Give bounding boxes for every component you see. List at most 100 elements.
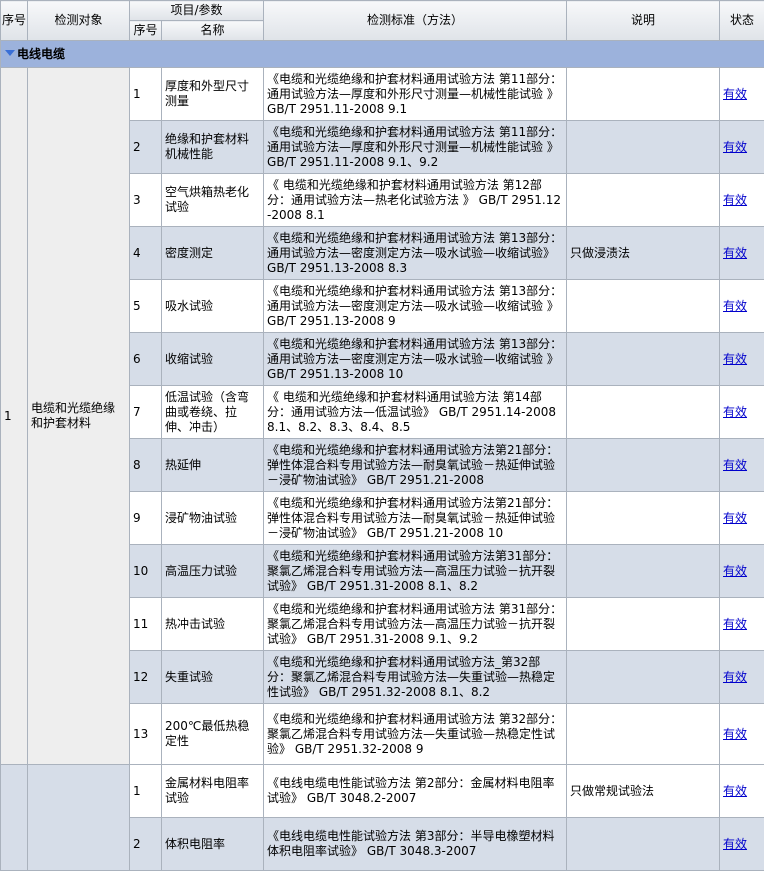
item-note	[567, 492, 720, 545]
status-link[interactable]: 有效	[723, 837, 747, 851]
item-seq: 10	[130, 545, 162, 598]
header-note: 说明	[567, 1, 720, 41]
item-status: 有效	[720, 545, 764, 598]
item-note	[567, 174, 720, 227]
item-name: 金属材料电阻率试验	[162, 765, 264, 818]
item-name: 200℃最低热稳定性	[162, 704, 264, 765]
category-label: 电线电缆	[17, 47, 65, 61]
item-status: 有效	[720, 68, 764, 121]
item-name: 低温试验（含弯曲或卷绕、拉伸、冲击）	[162, 386, 264, 439]
item-seq: 6	[130, 333, 162, 386]
item-seq: 13	[130, 704, 162, 765]
table-row: 1金属材料电阻率试验《电线电缆电性能试验方法 第2部分：金属材料电阻率试验》 G…	[1, 765, 764, 818]
item-note	[567, 651, 720, 704]
header-standard: 检测标准（方法）	[264, 1, 567, 41]
item-standard: 《电缆和光缆绝缘和护套材料通用试验方法 第13部分：通用试验方法—密度测定方法—…	[264, 333, 567, 386]
status-link[interactable]: 有效	[723, 564, 747, 578]
item-seq: 9	[130, 492, 162, 545]
group-object	[28, 765, 130, 871]
item-status: 有效	[720, 386, 764, 439]
item-standard: 《电缆和光缆绝缘和护套材料通用试验方法 第11部分：通用试验方法—厚度和外形尺寸…	[264, 121, 567, 174]
group-seq	[1, 765, 28, 871]
item-note	[567, 68, 720, 121]
test-items-table: 序号 检测对象 项目/参数 检测标准（方法） 说明 状态 序号 名称 电线电缆 …	[0, 0, 764, 871]
item-status: 有效	[720, 174, 764, 227]
status-link[interactable]: 有效	[723, 352, 747, 366]
status-link[interactable]: 有效	[723, 458, 747, 472]
item-name: 绝缘和护套材料机械性能	[162, 121, 264, 174]
item-note: 只做常规试验法	[567, 765, 720, 818]
item-note	[567, 598, 720, 651]
header-item-name: 名称	[162, 21, 264, 41]
status-link[interactable]: 有效	[723, 193, 747, 207]
item-standard: 《电缆和光缆绝缘和护套材料通用试验方法 第31部分：聚氯乙烯混合料专用试验方法—…	[264, 598, 567, 651]
item-name: 密度测定	[162, 227, 264, 280]
item-note	[567, 545, 720, 598]
item-standard: 《 电缆和光缆绝缘和护套材料通用试验方法 第12部分：通用试验方法—热老化试验方…	[264, 174, 567, 227]
item-note	[567, 704, 720, 765]
item-seq: 2	[130, 818, 162, 871]
item-standard: 《电缆和光缆绝缘和护套材料通用试验方法 第11部分：通用试验方法—厚度和外形尺寸…	[264, 68, 567, 121]
header-object: 检测对象	[28, 1, 130, 41]
item-standard: 《电缆和光缆绝缘和护套材料通用试验方法 第13部分：通用试验方法—密度测定方法—…	[264, 280, 567, 333]
item-name: 热冲击试验	[162, 598, 264, 651]
item-standard: 《电缆和光缆绝缘和护套材料通用试验方法_第32部分：聚氯乙烯混合料专用试验方法—…	[264, 651, 567, 704]
header-seq: 序号	[1, 1, 28, 41]
item-name: 收缩试验	[162, 333, 264, 386]
item-status: 有效	[720, 704, 764, 765]
item-status: 有效	[720, 121, 764, 174]
item-seq: 2	[130, 121, 162, 174]
item-standard: 《电缆和光缆绝缘和护套材料通用试验方法第21部分：弹性体混合料专用试验方法—耐臭…	[264, 439, 567, 492]
item-seq: 5	[130, 280, 162, 333]
item-note: 只做浸渍法	[567, 227, 720, 280]
item-name: 高温压力试验	[162, 545, 264, 598]
item-seq: 7	[130, 386, 162, 439]
item-note	[567, 280, 720, 333]
item-status: 有效	[720, 818, 764, 871]
item-name: 热延伸	[162, 439, 264, 492]
status-link[interactable]: 有效	[723, 246, 747, 260]
header-status: 状态	[720, 1, 764, 41]
item-status: 有效	[720, 439, 764, 492]
item-name: 空气烘箱热老化试验	[162, 174, 264, 227]
item-standard: 《电线电缆电性能试验方法 第3部分：半导电橡塑材料体积电阻率试验》 GB/T 3…	[264, 818, 567, 871]
item-name: 体积电阻率	[162, 818, 264, 871]
status-link[interactable]: 有效	[723, 87, 747, 101]
item-name: 厚度和外型尺寸测量	[162, 68, 264, 121]
group-seq: 1	[1, 68, 28, 765]
item-standard: 《电线电缆电性能试验方法 第2部分：金属材料电阻率试验》 GB/T 3048.2…	[264, 765, 567, 818]
item-note	[567, 121, 720, 174]
status-link[interactable]: 有效	[723, 405, 747, 419]
item-standard: 《 电缆和光缆绝缘和护套材料通用试验方法 第14部分：通用试验方法—低温试验》 …	[264, 386, 567, 439]
category-row[interactable]: 电线电缆	[1, 41, 764, 68]
item-name: 浸矿物油试验	[162, 492, 264, 545]
status-link[interactable]: 有效	[723, 511, 747, 525]
status-link[interactable]: 有效	[723, 784, 747, 798]
item-status: 有效	[720, 598, 764, 651]
item-seq: 12	[130, 651, 162, 704]
item-seq: 1	[130, 68, 162, 121]
item-note	[567, 818, 720, 871]
status-link[interactable]: 有效	[723, 617, 747, 631]
item-status: 有效	[720, 227, 764, 280]
status-link[interactable]: 有效	[723, 727, 747, 741]
category-cell[interactable]: 电线电缆	[1, 41, 764, 68]
item-seq: 3	[130, 174, 162, 227]
table-row: 1电缆和光缆绝缘和护套材料1厚度和外型尺寸测量《电缆和光缆绝缘和护套材料通用试验…	[1, 68, 764, 121]
item-standard: 《电缆和光缆绝缘和护套材料通用试验方法 第32部分：聚氯乙烯混合料专用试验方法—…	[264, 704, 567, 765]
status-link[interactable]: 有效	[723, 670, 747, 684]
item-seq: 11	[130, 598, 162, 651]
group-object: 电缆和光缆绝缘和护套材料	[28, 68, 130, 765]
item-standard: 《电缆和光缆绝缘和护套材料通用试验方法第31部分：聚氯乙烯混合料专用试验方法—高…	[264, 545, 567, 598]
header-item-seq: 序号	[130, 21, 162, 41]
item-note	[567, 439, 720, 492]
item-seq: 1	[130, 765, 162, 818]
item-note	[567, 386, 720, 439]
status-link[interactable]: 有效	[723, 299, 747, 313]
item-status: 有效	[720, 280, 764, 333]
item-seq: 4	[130, 227, 162, 280]
item-name: 吸水试验	[162, 280, 264, 333]
collapse-triangle-icon[interactable]	[5, 50, 15, 56]
status-link[interactable]: 有效	[723, 140, 747, 154]
item-status: 有效	[720, 333, 764, 386]
